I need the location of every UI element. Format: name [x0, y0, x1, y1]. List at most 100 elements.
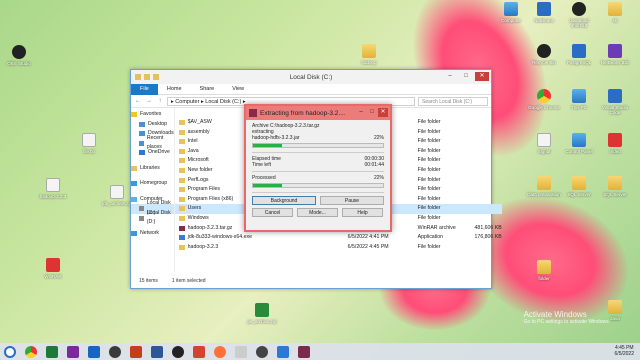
folder-icon[interactable] [135, 74, 141, 80]
archive-icon [110, 185, 124, 199]
search-input[interactable]: Search Local Disk (C:) [418, 96, 488, 106]
explorer-icon[interactable] [277, 345, 289, 358]
start-icon[interactable] [4, 345, 16, 358]
help-button[interactable]: Help [342, 208, 383, 217]
cloud-icon [139, 150, 145, 156]
desktop-icon-hadoop-folder[interactable]: hadoop [352, 44, 386, 65]
desktop-icon-postgres[interactable]: PostgreSQL [562, 44, 596, 65]
nav-recent-places[interactable]: Recent places [131, 135, 174, 150]
app-icon[interactable] [256, 345, 268, 358]
folder-icon [178, 158, 185, 164]
minimize-button[interactable]: – [356, 108, 366, 117]
forward-arrow-icon[interactable]: → [145, 98, 153, 104]
current-file: hadoop-hdfs-3.2.3.jar [252, 135, 300, 141]
desktop-icon-chrome[interactable]: Google Chrome [527, 89, 561, 110]
status-item-count: 15 items [139, 278, 158, 284]
desktop-icon-signal[interactable]: Signal [527, 133, 561, 154]
pause-button[interactable]: Pause [320, 196, 384, 205]
nav-onedrive[interactable]: OneDrive [131, 148, 174, 158]
desktop-icon-hadoop[interactable]: hadoop-3.2.3 [36, 178, 70, 199]
total-progress-fill [253, 184, 282, 187]
obs-icon [12, 45, 26, 59]
window-title: Local Disk (C:) [289, 73, 333, 81]
status-bar: 15 items 1 item selected [131, 275, 491, 288]
network-icon [131, 231, 137, 237]
desktop-icon-winrar[interactable]: WinRAR [36, 258, 70, 279]
nav-desktop[interactable]: Desktop [131, 120, 174, 130]
desktop-icon-jar[interactable]: jar_archive.zip [245, 303, 279, 324]
dialog-titlebar[interactable]: Extracting from hadoop-3.2.... – □ ✕ [246, 106, 390, 120]
nav-network[interactable]: Network [131, 229, 174, 239]
folder-icon [608, 300, 622, 314]
close-button[interactable]: ✕ [475, 72, 489, 81]
desktop-icon-data-prep[interactable]: Data preparation [527, 176, 561, 197]
word-icon[interactable] [151, 345, 163, 358]
ide-icon [608, 44, 622, 58]
taskbar: 4:45 PM 6/5/2022 [0, 343, 640, 360]
mode-button[interactable]: Mode... [297, 208, 338, 217]
new-folder-icon[interactable] [153, 74, 159, 80]
close-button[interactable]: ✕ [378, 108, 388, 117]
chrome-icon [537, 89, 551, 103]
explorer-titlebar[interactable]: Local Disk (C:) – □ ✕ [131, 70, 491, 84]
folder-icon [178, 215, 185, 221]
file-progress-bar [252, 143, 384, 148]
minimize-button[interactable]: – [443, 72, 457, 81]
maximize-button[interactable]: □ [367, 108, 377, 117]
clock[interactable]: 4:45 PM 6/5/2022 [615, 345, 634, 357]
desktop-icon-recycle[interactable]: Recycle Bin [527, 44, 561, 65]
desktop-icon-control-panel[interactable]: Control Panel [562, 133, 596, 154]
properties-icon[interactable] [144, 74, 150, 80]
desktop-icon-netbeans[interactable]: NetBeans [527, 2, 561, 23]
background-button[interactable]: Background [252, 196, 316, 205]
outlook-icon[interactable] [88, 345, 100, 358]
maximize-button[interactable]: □ [459, 72, 473, 81]
folder-icon [178, 177, 185, 183]
folder-icon [178, 196, 185, 202]
desktop-icon-netbeans-ide[interactable]: NetBeans IDE [598, 44, 632, 65]
desktop-icon-sql-1[interactable]: SQL Server [562, 176, 596, 197]
cancel-button[interactable]: Cancel [252, 208, 293, 217]
winrar-icon[interactable] [298, 345, 310, 358]
back-arrow-icon[interactable]: ← [134, 98, 142, 104]
quick-access-toolbar [135, 74, 159, 80]
nav-local-disk-d[interactable]: Local Disk (D:) [131, 210, 174, 225]
activate-windows-watermark: Activate Windows Go to PC settings to ac… [523, 310, 610, 325]
desktop-icon-download[interactable]: download shortcut [562, 2, 596, 28]
table-row[interactable]: jdk-8u333-windows-x64.exe 6/5/2022 4:41 P… [175, 233, 502, 243]
nav-favorites[interactable]: Favorites [131, 110, 174, 120]
onenote-icon[interactable] [67, 345, 79, 358]
obs-icon[interactable] [172, 345, 184, 358]
desktop-icon-sb[interactable]: sb [598, 2, 632, 23]
file-progress-fill [253, 144, 282, 147]
desktop-icon-vscode[interactable]: Visual Studio Code [598, 89, 632, 115]
desktop-icon-obs[interactable]: OBS Studio [2, 45, 36, 66]
app-icon[interactable] [235, 345, 247, 358]
chrome-icon[interactable] [25, 345, 37, 358]
nav-homegroup[interactable]: Homegroup [131, 179, 174, 189]
excel-icon[interactable] [46, 345, 58, 358]
tab-share[interactable]: Share [191, 84, 224, 95]
desktop-icon-video[interactable]: Video [598, 133, 632, 154]
excel-icon [255, 303, 269, 317]
table-row[interactable]: hadoop-3.2.3 6/5/2022 4:45 PM File folder [175, 243, 502, 253]
tab-home[interactable]: Home [158, 84, 191, 95]
desktop-icon-file[interactable]: file.txt [72, 133, 106, 154]
time-left-value: 00:01:44 [364, 162, 384, 168]
desktop-icon-folder[interactable]: folder [527, 260, 561, 281]
folder-icon [572, 176, 586, 190]
desktop-icon-sql-2[interactable]: SQL Server [598, 176, 632, 197]
desktop-icon-chrome-2[interactable]: This PC [562, 89, 596, 110]
up-arrow-icon[interactable]: ↑ [156, 98, 164, 104]
desktop-icon-computer[interactable]: Computer [494, 2, 528, 23]
shortcut-icon [572, 2, 586, 16]
tab-file[interactable]: File [131, 83, 158, 95]
nav-libraries[interactable]: Libraries [131, 164, 174, 174]
app-icon[interactable] [193, 345, 205, 358]
folder-icon [178, 187, 185, 193]
record-icon[interactable] [109, 345, 121, 358]
desktop-icon-jdk[interactable]: jdk_archive.zip [100, 185, 134, 206]
firefox-icon[interactable] [214, 345, 226, 358]
tab-view[interactable]: View [223, 84, 253, 95]
powerpoint-icon[interactable] [130, 345, 142, 358]
